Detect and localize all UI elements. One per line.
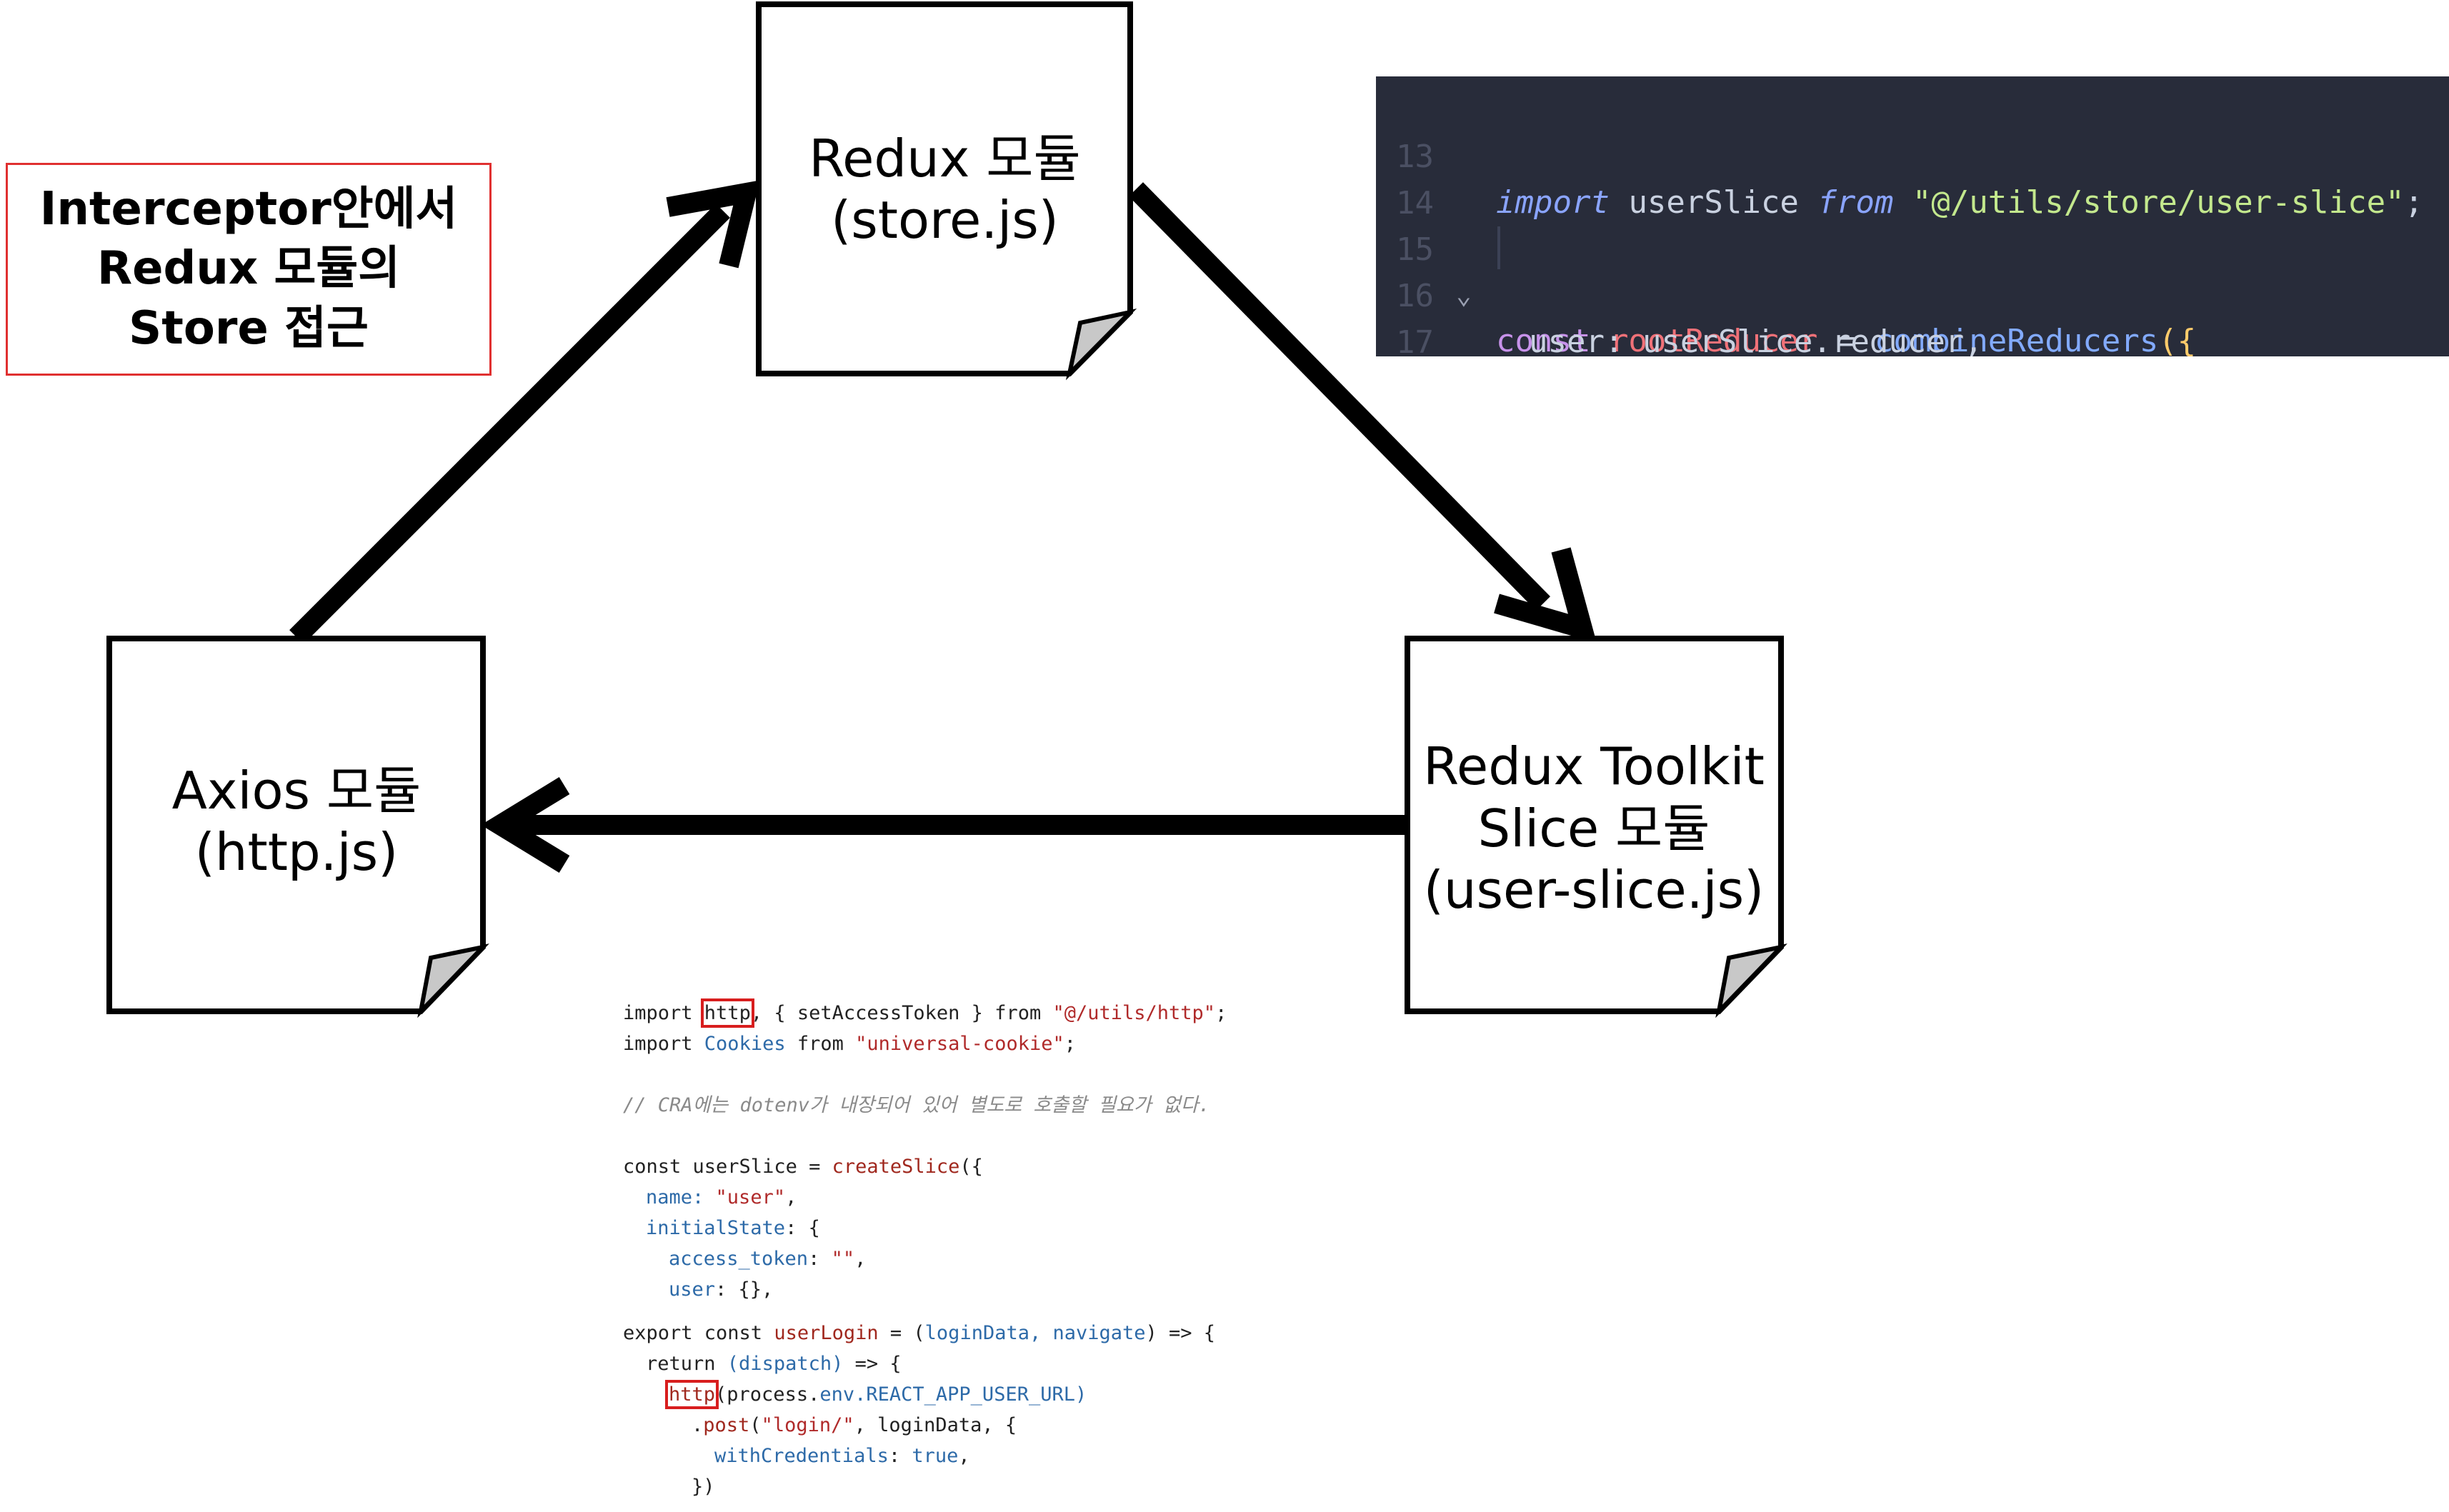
code-token: return	[646, 1353, 727, 1375]
axios-node-file: (http.js)	[194, 822, 399, 882]
code-line: 13 import userSlice from "@/utils/store/…	[1376, 89, 2423, 221]
code-line: http(process.env.REACT_APP_USER_URL)	[664, 1380, 1087, 1409]
code-token: (process.	[715, 1383, 820, 1406]
code-token: , loginData, {	[854, 1414, 1017, 1436]
code-token: export const	[623, 1322, 774, 1344]
code-token: , { setAccessToken }	[750, 1002, 995, 1024]
code-token: createSlice	[832, 1156, 960, 1178]
code-token: ) => {	[1145, 1322, 1216, 1344]
code-comment: // CRA에는 dotenv가 내장되어 있어 별도로 호출할 필요가 없다.	[623, 1094, 1210, 1116]
code-token: user	[669, 1278, 716, 1301]
code-token: => {	[843, 1353, 902, 1375]
slice-node-title: Redux Toolkit	[1423, 736, 1765, 797]
store-code-snippet: 13 import userSlice from "@/utils/store/…	[1376, 76, 2449, 356]
slice-node-file: (user-slice.js)	[1423, 860, 1765, 921]
code-token: ({	[959, 1156, 983, 1178]
code-token: Cookies	[704, 1033, 797, 1055]
code-line: 15 ⌄ const rootReducer = combineReducers…	[1376, 181, 2196, 356]
code-token: "@/utils/http"	[1052, 1002, 1216, 1024]
callout-line-1: Interceptor안에서	[39, 183, 458, 236]
code-token: from	[1817, 184, 1894, 221]
http-highlight: http	[664, 1380, 719, 1409]
code-line: 16 user: userSlice.reducer,	[1376, 228, 1983, 356]
code-token: "user"	[715, 1186, 786, 1208]
code-token: ,	[958, 1445, 970, 1467]
code-line: return (dispatch) => {	[646, 1350, 902, 1378]
callout-line-3: Store 접근	[129, 301, 369, 355]
code-line: name: "user",	[646, 1183, 797, 1212]
code-token: post	[703, 1414, 750, 1436]
axios-node-title: Axios 모듈	[171, 760, 422, 821]
code-token: : {	[785, 1217, 820, 1239]
code-line: initialState: {	[646, 1214, 820, 1243]
code-token: name:	[646, 1186, 716, 1208]
code-line: import Cookies from "universal-cookie";	[623, 1030, 1076, 1058]
code-token: (	[749, 1414, 762, 1436]
code-token: ""	[831, 1248, 855, 1270]
redux-node-label: Redux 모듈 (store.js)	[764, 107, 1125, 271]
code-token: import	[623, 1033, 704, 1055]
code-line: 14	[1376, 135, 1452, 221]
code-token: const userSlice =	[623, 1156, 832, 1178]
code-line: .post("login/", loginData, {	[692, 1411, 1017, 1440]
code-token: : {},	[715, 1278, 774, 1301]
slice-node-subtitle: Slice 모듈	[1477, 798, 1710, 858]
code-line: })	[692, 1476, 715, 1498]
indent-guide	[1497, 226, 1500, 269]
code-line: 17 });	[1376, 274, 1452, 356]
code-line: import http, { setAccessToken } from "@/…	[623, 998, 1227, 1028]
user-slice-code-snippet: import http, { setAccessToken } from "@/…	[613, 989, 1399, 1512]
code-token: userLogin	[774, 1322, 879, 1344]
code-token: :	[808, 1248, 832, 1270]
code-token: ;	[1064, 1033, 1076, 1055]
code-token: import	[623, 1002, 704, 1024]
axios-node-label: Axios 모듈 (http.js)	[114, 736, 479, 907]
code-token: "login/"	[761, 1414, 854, 1436]
code-token: ,	[854, 1248, 867, 1270]
slice-node-label: Redux Toolkit Slice 모듈 (user-slice.js)	[1411, 714, 1777, 943]
code-token: = (	[878, 1322, 925, 1344]
code-token: from	[994, 1002, 1053, 1024]
chevron-down-icon[interactable]: ⌄	[1456, 273, 1472, 319]
code-token: userSlice	[1609, 184, 1818, 221]
redux-node-file: (store.js)	[831, 190, 1059, 250]
code-token: access_token	[669, 1248, 809, 1270]
http-highlight: http	[700, 998, 754, 1028]
interceptor-callout: Interceptor안에서 Redux 모듈의 Store 접근	[6, 163, 492, 376]
code-token: ({	[2158, 323, 2197, 356]
code-token: "universal-cookie"	[855, 1033, 1064, 1055]
callout-line-2: Redux 모듈의	[96, 242, 401, 296]
code-token: ,	[785, 1186, 797, 1208]
code-token: .	[692, 1414, 704, 1436]
code-token: :	[888, 1445, 912, 1467]
code-token: ;	[2404, 184, 2424, 221]
code-token: "@/utils/store/user-slice"	[1893, 184, 2405, 221]
code-token: import	[1496, 184, 1610, 221]
arrow-slice-to-axios	[481, 777, 1406, 873]
code-token: .REACT_APP_USER_URL)	[854, 1383, 1087, 1406]
code-line: user: {},	[669, 1276, 773, 1304]
code-token: env	[819, 1383, 855, 1406]
code-token: withCredentials	[714, 1445, 889, 1467]
code-line: export const userLogin = (loginData, nav…	[623, 1319, 1215, 1348]
code-token: (dispatch)	[727, 1353, 844, 1375]
code-line: const userSlice = createSlice({	[623, 1153, 983, 1181]
redux-node-title: Redux 모듈	[809, 128, 1081, 189]
code-line: 18	[1376, 321, 1452, 356]
code-token: from	[797, 1033, 856, 1055]
code-line: withCredentials: true,	[714, 1442, 970, 1471]
code-token: user: userSlice.reducer,	[1529, 324, 1983, 356]
code-line: access_token: "",	[669, 1245, 866, 1273]
code-token: loginData, navigate	[924, 1322, 1146, 1344]
code-token: ;	[1215, 1002, 1227, 1024]
code-token: true	[912, 1445, 959, 1467]
code-token: initialState	[646, 1217, 786, 1239]
